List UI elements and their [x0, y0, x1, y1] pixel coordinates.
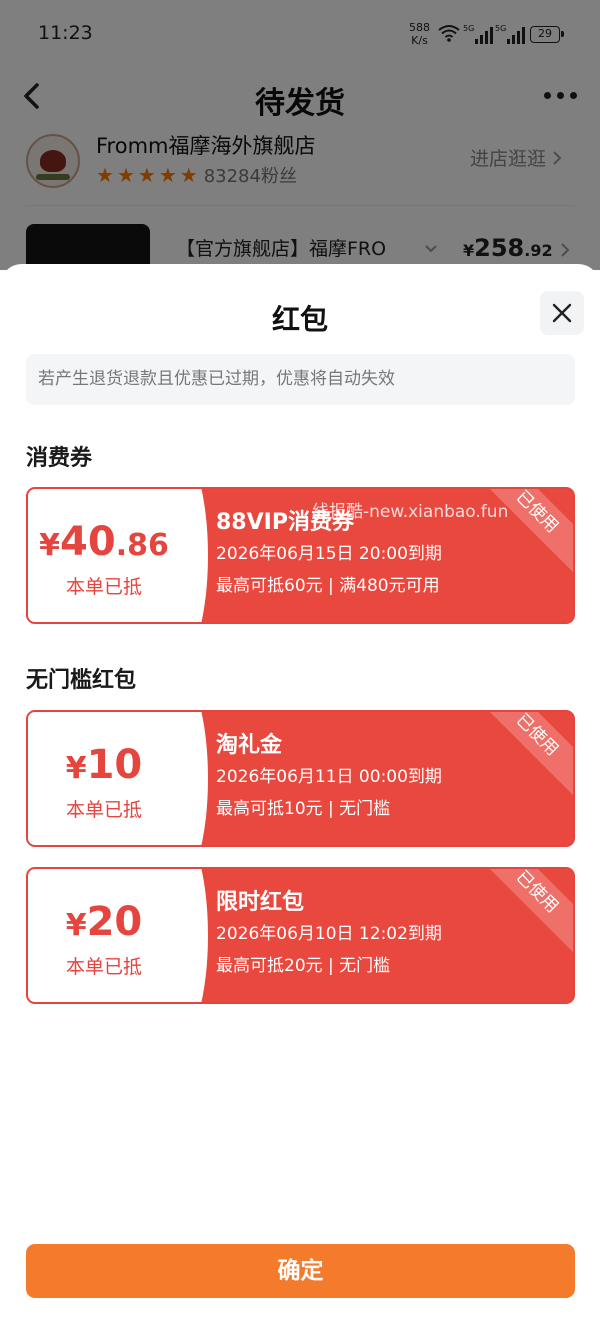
- modal-overlay[interactable]: [0, 0, 600, 270]
- coupon-deducted-label: 本单已抵: [65, 576, 142, 598]
- coupon-deducted-label: 本单已抵: [65, 799, 142, 821]
- coupon-card[interactable]: ¥10 本单已抵 淘礼金 2026年06月11日 00:00到期 最高可抵10元…: [26, 710, 575, 847]
- coupon-currency: ¥: [39, 528, 61, 563]
- coupon-currency: ¥: [65, 908, 87, 943]
- used-status-ribbon: 已使用: [468, 712, 573, 804]
- coupon-amount: ¥40.86: [28, 489, 180, 566]
- coupon-expiry: 2026年06月10日 12:02到期: [216, 924, 442, 944]
- coupon-details: 限时红包 2026年06月10日 12:02到期 最高可抵20元 | 无门槛: [216, 889, 442, 977]
- coupon-card[interactable]: ¥20 本单已抵 限时红包 2026年06月10日 12:02到期 最高可抵20…: [26, 867, 575, 1004]
- coupon-deducted-label: 本单已抵: [65, 956, 142, 978]
- red-packet-sheet: 红包 若产生退货退款且优惠已过期，优惠将自动失效 消费券 线报酷-new.xia…: [0, 264, 600, 1323]
- section-no-threshold: 无门槛红包: [26, 668, 137, 693]
- watermark-text: 线报酷-new.xianbao.fun: [312, 502, 509, 522]
- coupon-name: 淘礼金: [216, 733, 283, 758]
- coupon-amount-integer: 10: [86, 742, 143, 788]
- coupon-limit: 最高可抵60元 | 满480元可用: [216, 576, 440, 596]
- coupon-amount: ¥20: [28, 869, 180, 946]
- confirm-button[interactable]: 确定: [26, 1244, 575, 1298]
- close-button[interactable]: [540, 291, 584, 335]
- used-status-ribbon: 已使用: [468, 869, 573, 961]
- coupon-currency: ¥: [65, 751, 87, 786]
- sheet-title: 红包: [271, 303, 328, 336]
- coupon-limit: 最高可抵10元 | 无门槛: [216, 799, 391, 819]
- coupon-amount-decimal: .86: [115, 528, 169, 563]
- coupon-amount-integer: 40: [60, 519, 116, 565]
- refund-notice: 若产生退货退款且优惠已过期，优惠将自动失效: [26, 354, 575, 405]
- coupon-amount-panel: ¥40.86 本单已抵: [28, 489, 208, 622]
- coupon-amount-integer: 20: [86, 899, 143, 945]
- coupon-limit: 最高可抵20元 | 无门槛: [216, 956, 391, 976]
- coupon-name: 限时红包: [216, 890, 305, 915]
- coupon-amount-panel: ¥20 本单已抵: [28, 869, 208, 1002]
- section-consumer-coupons: 消费券: [26, 446, 93, 471]
- coupon-expiry: 2026年06月11日 00:00到期: [216, 767, 442, 787]
- coupon-amount-panel: ¥10 本单已抵: [28, 712, 208, 845]
- close-icon: [552, 303, 572, 323]
- coupon-amount: ¥10: [28, 712, 180, 789]
- coupon-details: 淘礼金 2026年06月11日 00:00到期 最高可抵10元 | 无门槛: [216, 732, 442, 820]
- order-page-background: 11:23 588 K/s 5G 5G 29 待发货 Fromm福摩海外旗舰店: [0, 0, 600, 270]
- coupon-expiry: 2026年06月15日 20:00到期: [216, 544, 442, 564]
- coupon-details: 88VIP消费券 2026年06月15日 20:00到期 最高可抵60元 | 满…: [216, 509, 442, 597]
